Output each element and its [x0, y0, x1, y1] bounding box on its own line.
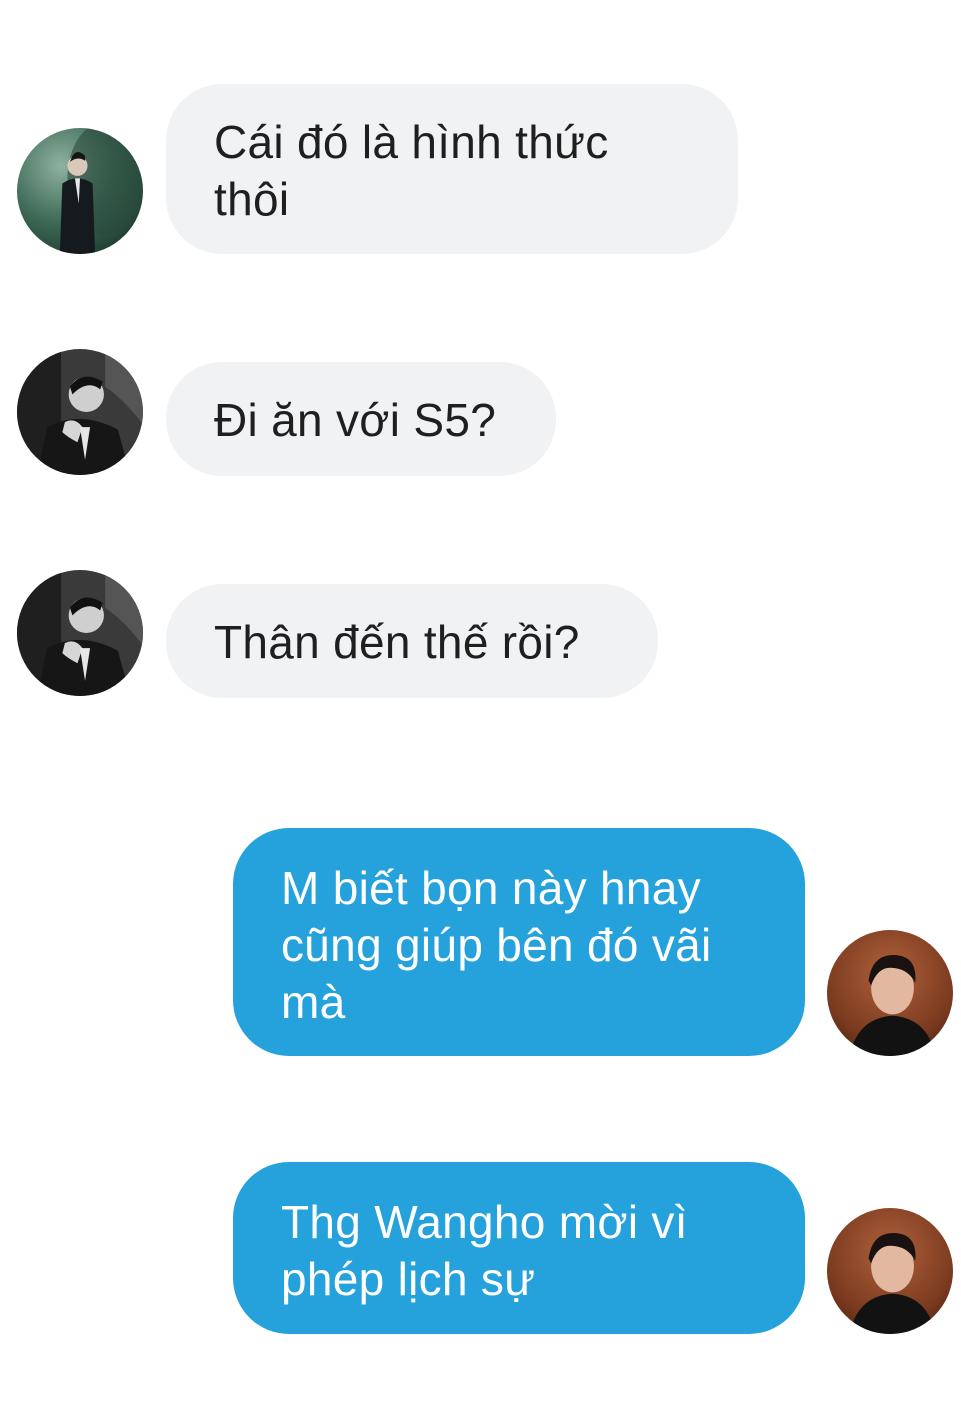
message-text-line: Đi ăn với S5? — [214, 394, 497, 446]
message-bubble-incoming[interactable]: Thân đến thế rồi? — [166, 584, 658, 698]
avatar-bw-suit-icon[interactable] — [17, 349, 143, 475]
avatar-green-suit-icon[interactable] — [17, 128, 143, 254]
message-text-line: thôi — [214, 173, 290, 225]
message-text-line: Cái đó là hình thức — [214, 116, 609, 168]
message-text-line: M biết bọn này hnay — [281, 862, 701, 914]
message-bubble-outgoing[interactable]: M biết bọn này hnay cũng giúp bên đó vãi… — [233, 828, 805, 1056]
message-text-line: Thân đến thế rồi? — [214, 616, 580, 668]
avatar-bw-suit-icon[interactable] — [17, 570, 143, 696]
message-bubble-incoming[interactable]: Cái đó là hình thức thôi — [166, 84, 738, 254]
message-text-line: mà — [281, 976, 346, 1028]
message-text-line: phép lịch sự — [281, 1253, 536, 1305]
message-text-line: cũng giúp bên đó vãi — [281, 919, 712, 971]
avatar-brown-portrait-icon[interactable] — [827, 1208, 953, 1334]
message-text-line: Thg Wangho mời vì — [281, 1196, 688, 1248]
avatar-brown-portrait-icon[interactable] — [827, 930, 953, 1056]
message-bubble-incoming[interactable]: Đi ăn với S5? — [166, 362, 556, 476]
message-bubble-outgoing[interactable]: Thg Wangho mời vì phép lịch sự — [233, 1162, 805, 1334]
